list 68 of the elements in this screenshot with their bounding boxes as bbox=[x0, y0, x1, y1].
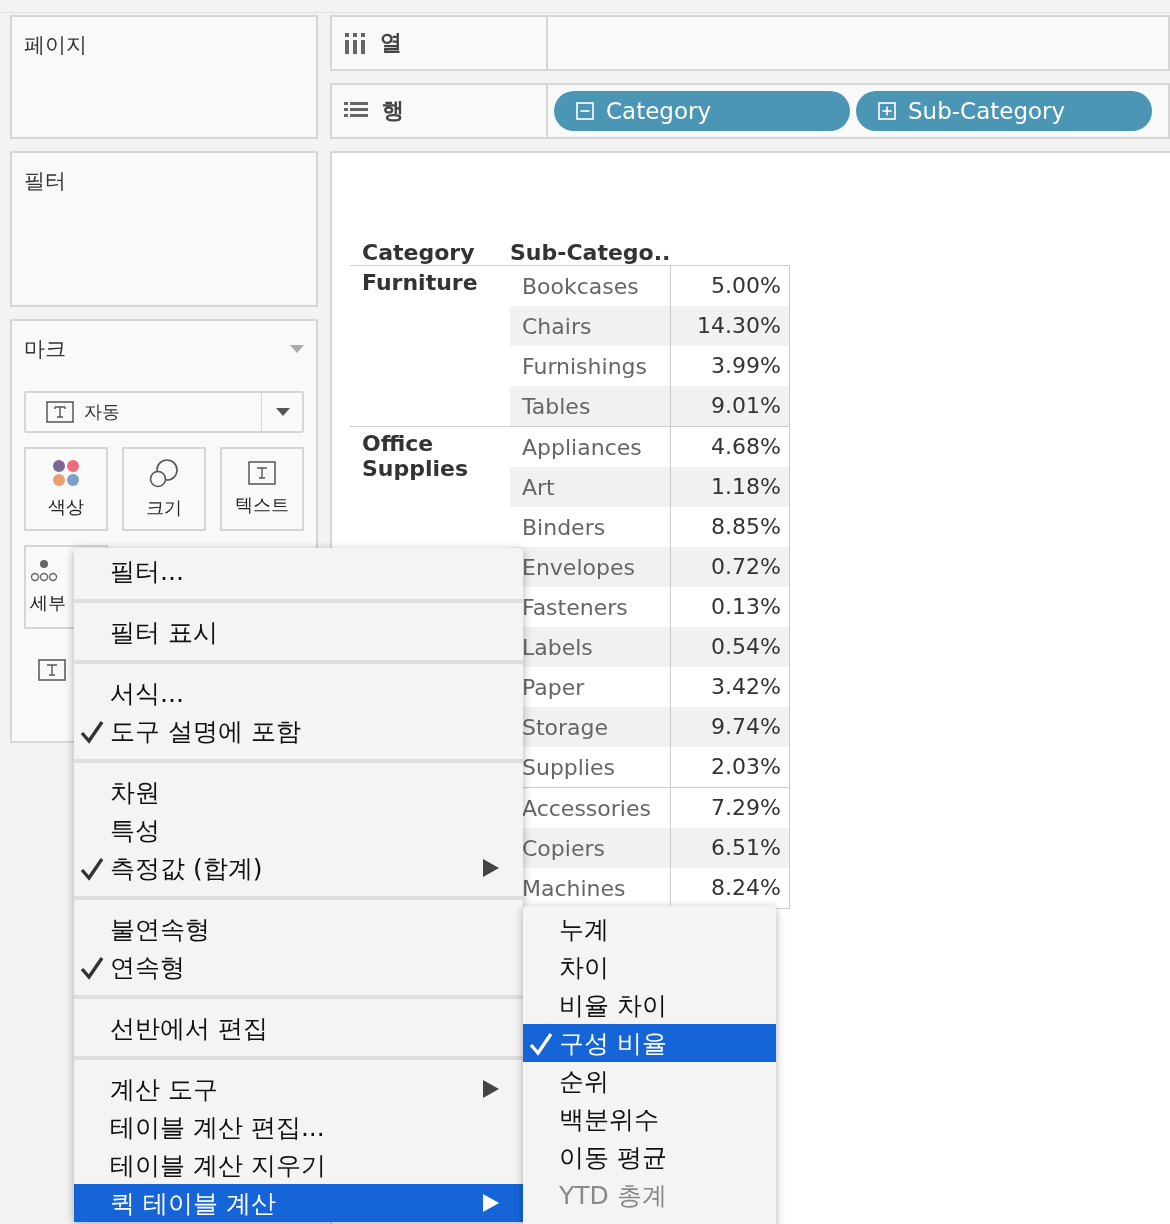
table-cell-text: Appliances bbox=[521, 434, 643, 460]
columns-icon bbox=[344, 32, 366, 54]
menu-item[interactable]: 퀵 테이블 계산 bbox=[74, 1184, 523, 1222]
mark-type-dropdown[interactable]: 자동 bbox=[24, 391, 304, 433]
menu-item[interactable]: 구성 비율 bbox=[523, 1024, 776, 1062]
menu-item[interactable]: 도구 설명에 포함 bbox=[74, 712, 523, 750]
table-cell-text: Chairs bbox=[521, 313, 593, 339]
card-title: 페이지 bbox=[24, 33, 87, 57]
table-cell: 9.74% bbox=[670, 707, 789, 747]
table-cell: 0.54% bbox=[670, 627, 789, 667]
menu-item[interactable]: 차이 bbox=[523, 948, 776, 986]
table-cell-text: Copiers bbox=[521, 835, 606, 861]
collapse-icon[interactable] bbox=[576, 102, 594, 120]
table-cell-text: Fasteners bbox=[521, 594, 629, 620]
table-cell-text: Tables bbox=[521, 393, 592, 419]
menu-item[interactable]: 계산 도구 bbox=[74, 1070, 523, 1108]
expand-icon[interactable] bbox=[878, 102, 896, 120]
column-header: Category bbox=[361, 240, 476, 265]
menu-item[interactable]: 비율 차이 bbox=[523, 986, 776, 1024]
menu-item[interactable]: 순위 bbox=[523, 1062, 776, 1100]
table-cell-text: Furnishings bbox=[521, 353, 648, 379]
table-cell: 0.72% bbox=[670, 547, 789, 587]
table-cell-text: Storage bbox=[521, 714, 610, 740]
category-label: Office Supplies bbox=[362, 431, 469, 481]
menu-item[interactable]: 특성 bbox=[74, 811, 523, 849]
rows-shelf-label: 행 bbox=[332, 85, 548, 137]
mark-property-button[interactable]: 텍스트 bbox=[220, 447, 304, 531]
table-cell: 14.30% bbox=[670, 306, 789, 346]
menu-item[interactable]: 테이블 계산 지우기 bbox=[74, 1146, 523, 1184]
mark-property-button[interactable]: 색상 bbox=[24, 447, 108, 531]
table-cell-text: Labels bbox=[521, 634, 594, 660]
menu-item[interactable]: 불연속형 bbox=[74, 910, 523, 948]
table-cell-text: Envelopes bbox=[521, 554, 636, 580]
text-icon bbox=[38, 659, 66, 681]
card-title: 마크 bbox=[24, 336, 66, 363]
table-cell-text: Art bbox=[521, 474, 556, 500]
menu-item[interactable]: 선반에서 편집 bbox=[74, 1009, 523, 1047]
menu-item[interactable]: 연속형 bbox=[74, 948, 523, 986]
table-cell: 2.03% bbox=[670, 747, 789, 787]
menu-item[interactable]: 서식... bbox=[74, 674, 523, 712]
menu-item[interactable]: 테이블 계산 편집... bbox=[74, 1108, 523, 1146]
dots-icon bbox=[30, 559, 58, 583]
table-cell-text: Paper bbox=[521, 674, 586, 700]
category-label: Furniture bbox=[362, 270, 478, 295]
table-cell-text: Bookcases bbox=[521, 273, 640, 299]
menu-item[interactable]: 이동 평균 bbox=[523, 1138, 776, 1176]
card-title: 필터 bbox=[24, 169, 66, 193]
table-cell-text: Supplies bbox=[521, 754, 617, 780]
text-icon bbox=[248, 461, 276, 485]
mark-property-button[interactable]: 크기 bbox=[122, 447, 206, 531]
caret-icon[interactable] bbox=[290, 345, 304, 353]
table-cell-text: Binders bbox=[521, 514, 607, 540]
caret-icon bbox=[276, 408, 290, 416]
table-cell: 9.01% bbox=[670, 386, 789, 426]
text-icon bbox=[46, 401, 74, 423]
column-header: Sub-Catego.. bbox=[510, 240, 671, 265]
table-cell-text: Machines bbox=[521, 875, 627, 901]
menu-item: YTD 총계 bbox=[558, 1179, 668, 1212]
columns-shelf-label: 열 bbox=[332, 17, 548, 69]
color-dots-icon bbox=[52, 459, 80, 487]
table-cell: 1.18% bbox=[670, 467, 789, 507]
table-cell-text: Accessories bbox=[521, 795, 652, 821]
menu-item[interactable]: 측정값 (합계) bbox=[74, 849, 523, 887]
menu-item[interactable]: 백분위수 bbox=[523, 1100, 776, 1138]
menu-item[interactable]: 누계 bbox=[523, 910, 776, 948]
menu-item[interactable]: 차원 bbox=[74, 773, 523, 811]
table-cell: 6.51% bbox=[670, 828, 789, 868]
circles-icon bbox=[149, 458, 179, 488]
